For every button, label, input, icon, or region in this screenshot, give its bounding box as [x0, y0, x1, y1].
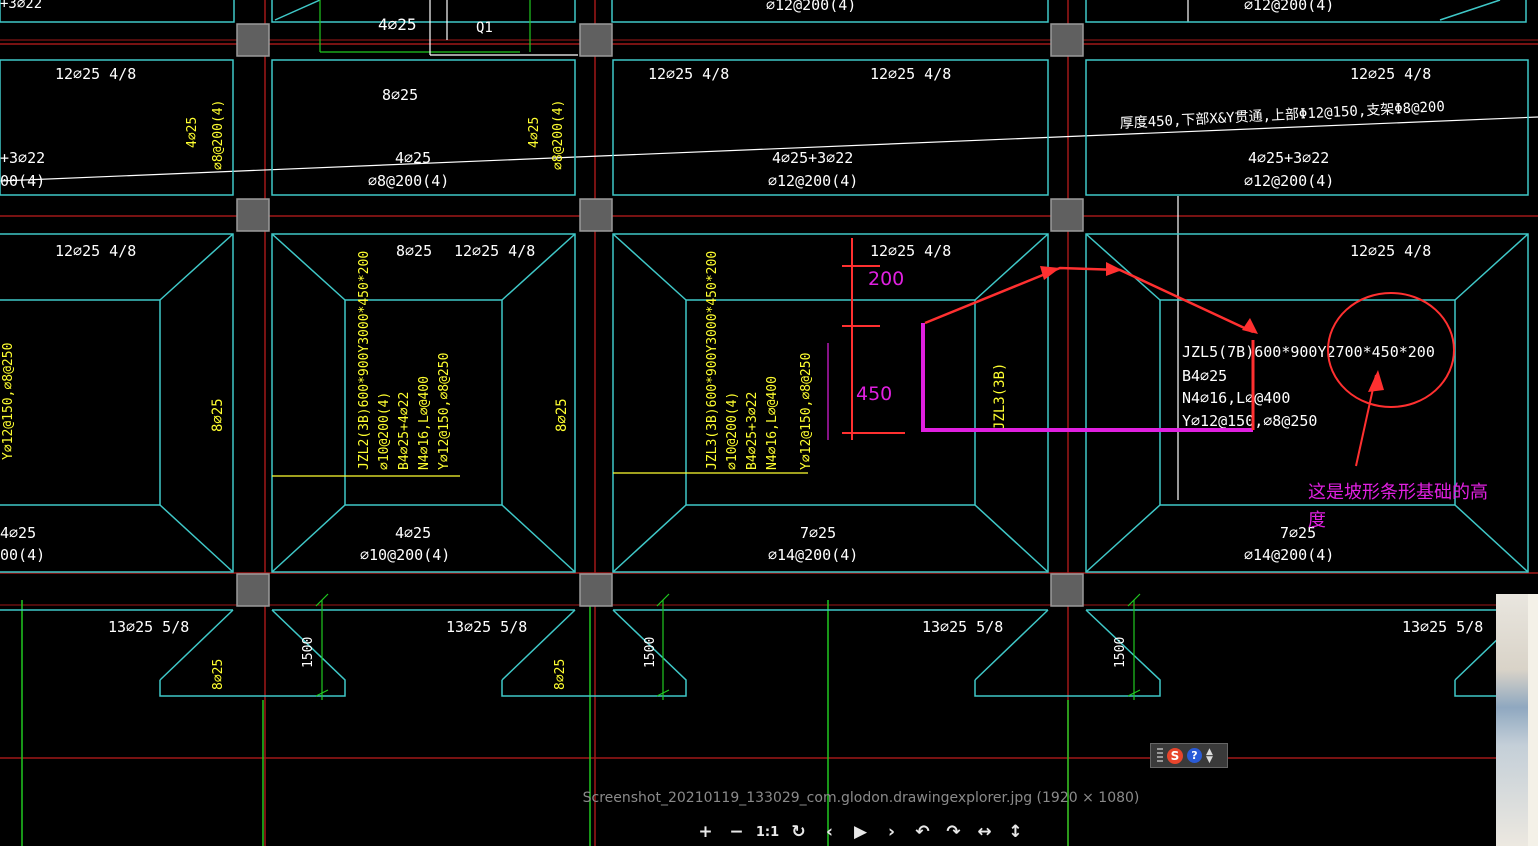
- drawing-label: B4⌀25+3⌀22: [745, 392, 760, 470]
- image-caption: Screenshot_20210119_133029_com.glodon.dr…: [582, 790, 1140, 806]
- column-square: [236, 573, 270, 607]
- drawing-label: +3⌀22: [0, 0, 42, 12]
- help-icon[interactable]: ?: [1187, 748, 1202, 763]
- drawing-label: ⌀12@200(4): [768, 172, 858, 190]
- flip-horizontal-button[interactable]: ↔: [969, 820, 1000, 844]
- drawing-label: 12⌀25 4/8: [870, 65, 951, 83]
- drawing-label: 8⌀25: [553, 659, 568, 690]
- drawing-label: ⌀14@200(4): [768, 546, 858, 564]
- drawing-label: 12⌀25 4/8: [648, 65, 729, 83]
- ime-grip-icon[interactable]: [1157, 747, 1163, 764]
- drawing-label: 4⌀25: [395, 524, 431, 542]
- drawing-label: 4⌀25: [185, 117, 200, 148]
- drawing-label: 12⌀25 4/8: [454, 242, 535, 260]
- sogou-logo-icon[interactable]: S: [1167, 747, 1183, 764]
- column-square: [579, 198, 613, 232]
- drawing-label: ⌀8@200(4): [368, 172, 449, 190]
- zoom-in-button[interactable]: +: [690, 820, 721, 844]
- drawing-label: Y⌀12@150,⌀8@250: [1, 343, 16, 460]
- drawing-label: Q1: [476, 20, 493, 36]
- drawing-label: ⌀12@200(4): [1244, 172, 1334, 190]
- drawing-label: B4⌀25+4⌀22: [397, 392, 412, 470]
- next-button[interactable]: ›: [876, 820, 907, 844]
- drawing-label: ⌀8@200(4): [551, 100, 566, 170]
- drawing-label: 00(4): [0, 546, 45, 564]
- drawing-label: 12⌀25 4/8: [55, 65, 136, 83]
- drawing-label: 8⌀25: [210, 398, 226, 432]
- drawing-label: ⌀14@200(4): [1244, 546, 1334, 564]
- column-square: [579, 23, 613, 57]
- drawing-label: 13⌀25 5/8: [1402, 618, 1483, 636]
- column-square: [236, 23, 270, 57]
- drawing-label: JZL5(7B)600*900Y2700*450*200: [1182, 343, 1435, 361]
- drawing-label: 1500: [301, 637, 316, 668]
- drawing-label: 4⌀25: [395, 149, 431, 167]
- drawing-label: 4⌀25: [527, 117, 542, 148]
- drawing-label: 8⌀25: [554, 398, 570, 432]
- ime-menu-arrow-icon[interactable]: ▲ ▼: [1206, 747, 1213, 764]
- drawing-label: 12⌀25 4/8: [55, 242, 136, 260]
- drawing-label: 4⌀25: [0, 524, 36, 542]
- drawing-label: ⌀12@200(4): [766, 0, 856, 14]
- drawing-label: Y⌀12@150,⌀8@250: [437, 353, 452, 470]
- rotate-left-button[interactable]: ↶: [907, 820, 938, 844]
- drawing-label: 12⌀25 4/8: [870, 242, 951, 260]
- column-square: [1050, 198, 1084, 232]
- drawing-label: N4⌀16,L⌀@400: [417, 376, 432, 470]
- drawing-label: JZL3(3B)600*900Y3000*450*200: [705, 251, 720, 470]
- drawing-label: 1500: [643, 637, 658, 668]
- zoom-out-button[interactable]: −: [721, 820, 752, 844]
- drawing-label: ⌀10@200(4): [725, 392, 740, 470]
- refresh-button[interactable]: ↻: [783, 820, 814, 844]
- drawing-label: ⌀12@200(4): [1244, 0, 1334, 14]
- ime-toolbar[interactable]: S ? ▲ ▼: [1150, 743, 1228, 768]
- flip-vertical-button[interactable]: ↕: [1000, 820, 1031, 844]
- rotate-right-button[interactable]: ↷: [938, 820, 969, 844]
- drawing-label: N4⌀16,L⌀@400: [1182, 389, 1290, 407]
- drawing-label: 1500: [1113, 637, 1128, 668]
- drawing-label: 12⌀25 4/8: [1350, 65, 1431, 83]
- drawing-label: B4⌀25: [1182, 367, 1227, 385]
- drawing-label: N4⌀16,L⌀@400: [765, 376, 780, 470]
- drawing-label: 8⌀25: [382, 86, 418, 104]
- annotation-note-line: 这是坡形条形基础的高: [1308, 482, 1488, 503]
- drawing-label: ⌀8@200(4): [211, 100, 226, 170]
- drawing-label: 4⌀25+3⌀22: [1248, 149, 1329, 167]
- annotation-note-line: 度: [1308, 510, 1326, 531]
- column-square: [579, 573, 613, 607]
- drawing-label: 13⌀25 5/8: [108, 618, 189, 636]
- thumbnail-edge: [1528, 594, 1538, 846]
- dimension-450-label: 450: [856, 383, 892, 405]
- drawing-label: JZL2(3B)600*900Y3000*450*200: [357, 251, 372, 470]
- column-square: [1050, 573, 1084, 607]
- column-square: [236, 198, 270, 232]
- drawing-label: 7⌀25: [800, 524, 836, 542]
- drawing-label: Y⌀12@150,⌀8@250: [1182, 412, 1317, 430]
- drawing-label: ⌀10@200(4): [360, 546, 450, 564]
- drawing-label: +3⌀22: [0, 149, 45, 167]
- prev-button[interactable]: ‹: [814, 820, 845, 844]
- dimension-200-label: 200: [868, 268, 904, 290]
- viewer-toolbar: + −1:1 ↻ ‹ ▶ › ↶ ↷ ↔ ↕: [690, 820, 1031, 844]
- drawing-label: 12⌀25 4/8: [1350, 242, 1431, 260]
- play-button[interactable]: ▶: [845, 820, 876, 844]
- drawing-label: 13⌀25 5/8: [446, 618, 527, 636]
- drawing-label: 8⌀25: [396, 242, 432, 260]
- column-square: [1050, 23, 1084, 57]
- drawing-label: ⌀10@200(4): [377, 392, 392, 470]
- drawing-label: JZL3(3B): [992, 363, 1008, 430]
- drawing-label: 8⌀25: [211, 659, 226, 690]
- drawing-label: 4⌀25+3⌀22: [772, 149, 853, 167]
- actual-size-button[interactable]: 1:1: [752, 820, 783, 844]
- drawing-label: Y⌀12@150,⌀8@250: [799, 353, 814, 470]
- drawing-label: 4⌀25: [378, 15, 417, 34]
- cad-drawing[interactable]: +3⌀22 4⌀25 Q1 ⌀12@200(4) ⌀12@200(4) 12⌀25 4/8…: [0, 0, 1538, 846]
- drawing-label: 00(4): [0, 172, 45, 190]
- drawing-label: 13⌀25 5/8: [922, 618, 1003, 636]
